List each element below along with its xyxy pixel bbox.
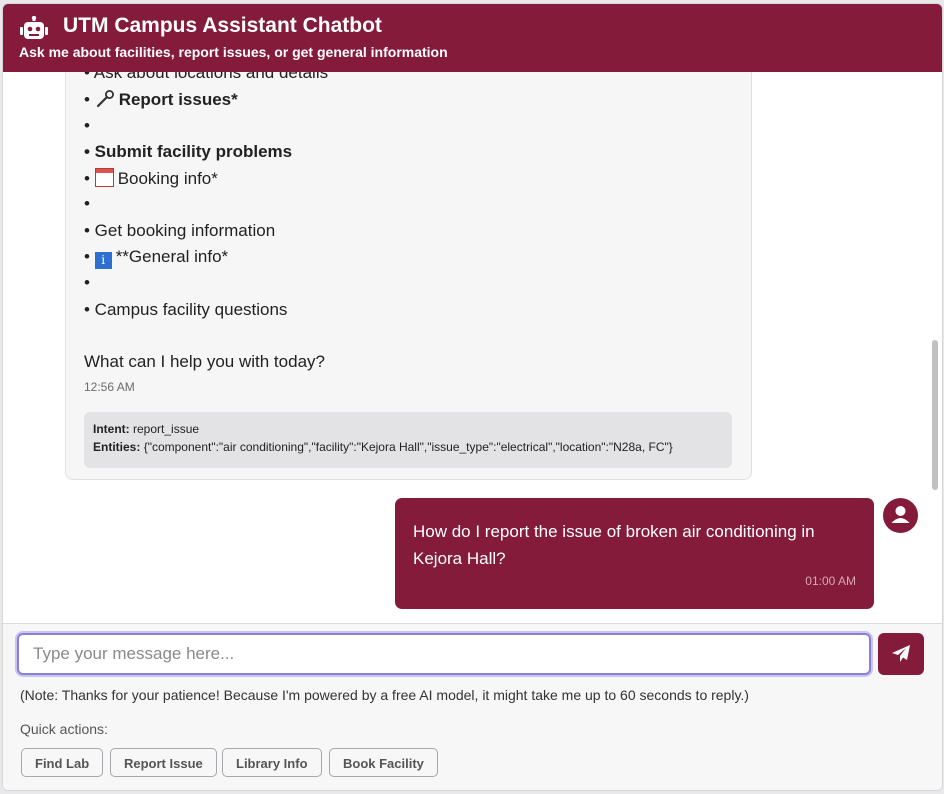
bot-line: • xyxy=(84,273,90,292)
bot-line: • xyxy=(84,194,90,213)
chat-title: UTM Campus Assistant Chatbot xyxy=(63,14,382,37)
message-list[interactable]: • Ask about locations and details • Repo… xyxy=(3,72,942,623)
bot-line: What can I help you with today? xyxy=(84,352,325,371)
user-message-text: How do I report the issue of broken air … xyxy=(413,522,815,568)
bot-line: • Booking info* xyxy=(84,168,218,188)
bot-line: • i **General info* xyxy=(84,247,229,269)
bot-line: • Ask about locations and details xyxy=(84,72,329,82)
response-time-note: (Note: Thanks for your patience! Because… xyxy=(20,687,749,703)
wrench-icon xyxy=(96,90,114,108)
quick-actions-label: Quick actions: xyxy=(20,721,108,737)
bot-timestamp: 12:56 AM xyxy=(84,380,135,394)
chat-subtitle: Ask me about facilities, report issues, … xyxy=(19,44,448,60)
message-input[interactable] xyxy=(19,635,863,673)
bot-line: • Campus facility questions xyxy=(84,300,288,319)
calendar-icon xyxy=(94,168,114,187)
bot-line: • xyxy=(84,116,90,135)
send-button[interactable] xyxy=(878,633,924,675)
user-avatar-icon xyxy=(883,498,918,533)
robot-icon xyxy=(20,16,48,39)
message-input-wrapper xyxy=(17,633,871,675)
info-icon: i xyxy=(94,252,112,269)
intent-row: Intent: report_issue xyxy=(93,422,200,436)
bot-message: • Ask about locations and details • Repo… xyxy=(65,72,752,480)
quick-action-find-lab[interactable]: Find Lab xyxy=(21,748,104,777)
chatbot-window: UTM Campus Assistant Chatbot Ask me abou… xyxy=(2,3,943,791)
entities-row: Entities: {"component":"air conditioning… xyxy=(93,440,673,454)
paper-plane-icon xyxy=(892,645,910,662)
scrollbar-thumb[interactable] xyxy=(932,340,938,490)
bot-line: • Submit facility problems xyxy=(84,142,293,161)
bot-line: • Get booking information xyxy=(84,221,276,240)
chat-header: UTM Campus Assistant Chatbot Ask me abou… xyxy=(3,4,942,72)
user-message: How do I report the issue of broken air … xyxy=(395,498,874,609)
bot-line: • Report issues* xyxy=(84,90,238,109)
user-timestamp: 01:00 AM xyxy=(805,574,856,588)
composer: (Note: Thanks for your patience! Because… xyxy=(3,623,942,790)
nlu-metadata: Intent: report_issue Entities: {"compone… xyxy=(84,412,732,468)
quick-action-report-issue[interactable]: Report Issue xyxy=(110,748,217,777)
quick-action-book-facility[interactable]: Book Facility xyxy=(329,748,438,777)
quick-action-library-info[interactable]: Library Info xyxy=(222,748,322,777)
